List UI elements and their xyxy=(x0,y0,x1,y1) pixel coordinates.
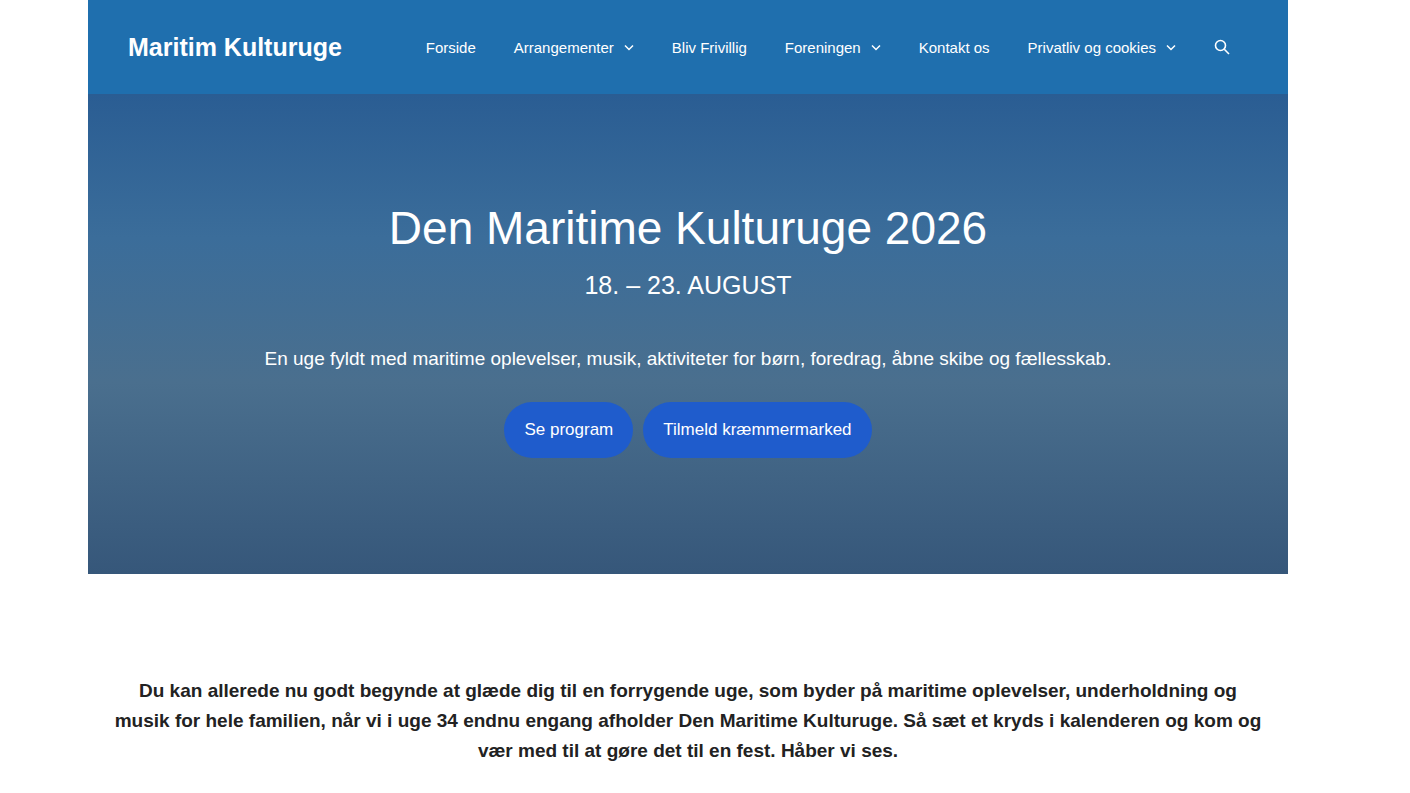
hero-tagline: En uge fyldt med maritime oplevelser, mu… xyxy=(265,346,1112,372)
hero-button[interactable]: Tilmeld kræmmermarked xyxy=(643,402,871,458)
hero-buttons: Se programTilmeld kræmmermarked xyxy=(504,402,871,458)
chevron-down-icon xyxy=(1166,44,1176,51)
nav-item[interactable]: Foreningen xyxy=(785,39,881,56)
nav-item[interactable]: Forside xyxy=(426,39,476,56)
nav-item[interactable]: Bliv Frivillig xyxy=(672,39,747,56)
logo[interactable]: Maritim Kulturuge xyxy=(128,33,342,62)
nav-item[interactable]: Kontakt os xyxy=(919,39,990,56)
nav-item[interactable]: Privatliv og cookies xyxy=(1028,39,1176,56)
intro-text: Du kan allerede nu godt begynde at glæde… xyxy=(113,676,1263,766)
hero-date: 18. – 23. AUGUST xyxy=(584,268,791,302)
search-icon[interactable] xyxy=(1214,39,1230,55)
hero-title: Den Maritime Kulturuge 2026 xyxy=(389,196,987,260)
header: Maritim Kulturuge Forside Arrangementer Bli… xyxy=(88,0,1288,94)
chevron-down-icon xyxy=(624,44,634,51)
site: Maritim Kulturuge Forside Arrangementer Bli… xyxy=(88,0,1288,574)
nav-item[interactable]: Arrangementer xyxy=(514,39,634,56)
chevron-down-icon xyxy=(871,44,881,51)
hero: Den Maritime Kulturuge 2026 18. – 23. AUG… xyxy=(88,94,1288,574)
main-nav: Forside Arrangementer Bliv Frivillig Foreni… xyxy=(426,39,1230,56)
hero-button[interactable]: Se program xyxy=(504,402,633,458)
page: Maritim Kulturuge Forside Arrangementer Bli… xyxy=(0,0,1410,793)
